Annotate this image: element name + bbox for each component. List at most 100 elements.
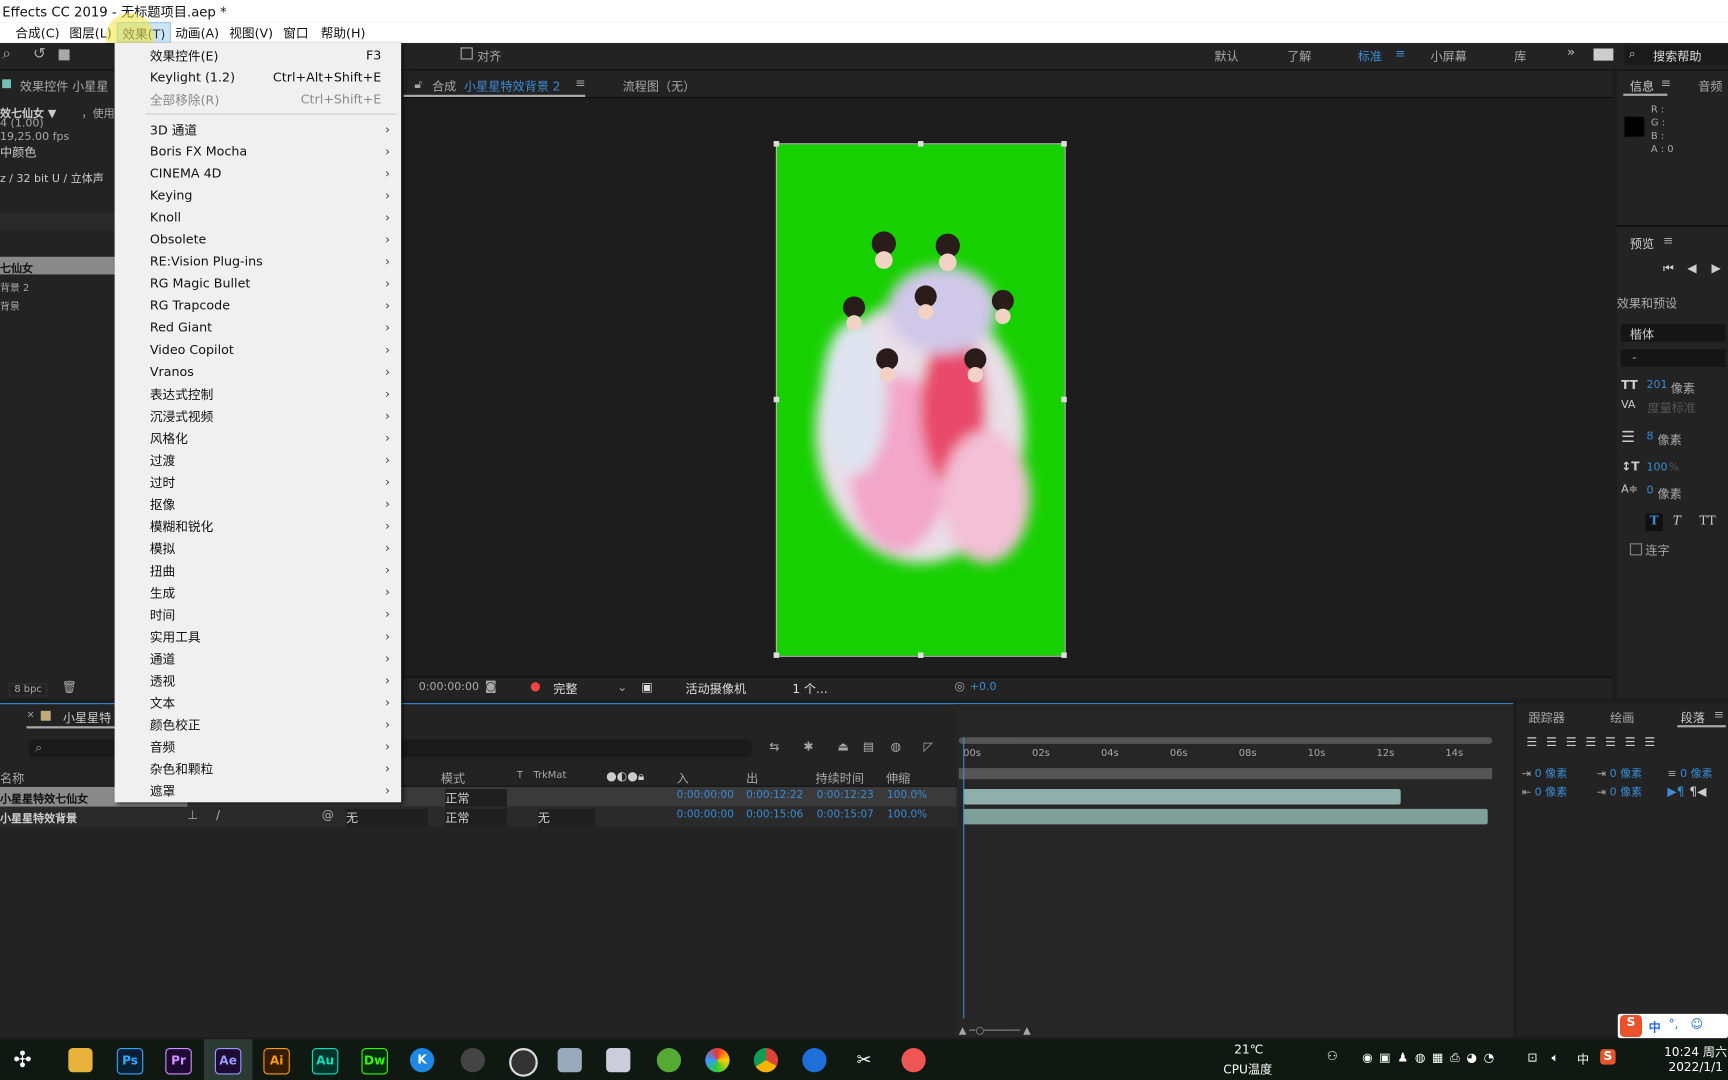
paragraph-tab[interactable]: 段落	[1681, 709, 1705, 727]
app-icon[interactable]	[705, 1048, 730, 1073]
zoom-tool-icon[interactable]: ⌕	[2, 45, 11, 63]
mode-select[interactable]: 正常	[445, 789, 507, 807]
menu-item[interactable]: Knoll ›	[115, 206, 402, 228]
menu-item[interactable]: 沉浸式视频 ›	[115, 404, 402, 426]
first-frame-icon[interactable]: ⏮	[1663, 261, 1674, 276]
menu-item[interactable]: 遮罩 ›	[115, 779, 402, 801]
menu-item[interactable]: 通道 ›	[115, 647, 402, 669]
ime-mode[interactable]: 中	[1649, 1018, 1661, 1036]
menu-item[interactable]: 杂色和颗粒 ›	[115, 757, 402, 779]
audition-icon[interactable]: Au	[311, 1048, 339, 1075]
rtl-icon[interactable]: ¶◀	[1689, 785, 1706, 799]
menu-item[interactable]: RE:Vision Plug-ins ›	[115, 250, 402, 272]
menu-item[interactable]: 效果控件(E) F3	[115, 44, 402, 66]
menu-item[interactable]: 文本 ›	[115, 691, 402, 713]
app-icon[interactable]	[802, 1048, 827, 1073]
mode-select[interactable]: 正常	[445, 808, 507, 827]
zoom-slider[interactable]: ▲ ─○────── ▲	[959, 1026, 1031, 1037]
effect-controls-tab[interactable]: 效果控件 小星星	[20, 77, 109, 95]
region-icon[interactable]: ▣	[641, 680, 652, 694]
out-time[interactable]: 0:00:12:22	[746, 789, 803, 801]
parent-select[interactable]: 无	[346, 808, 428, 827]
davinci-icon[interactable]	[460, 1048, 485, 1073]
menu-animation[interactable]: 动画(A)	[175, 24, 219, 42]
kerning-select[interactable]: 度量标准	[1648, 399, 1696, 417]
leading-value[interactable]: 8	[1646, 431, 1653, 443]
menu-item[interactable]: Keying ›	[115, 184, 402, 206]
vertical-scale-value[interactable]: 100	[1646, 462, 1667, 474]
layer-bar[interactable]	[963, 789, 1402, 805]
menu-item[interactable]: 风格化 ›	[115, 426, 402, 448]
workspace-learn[interactable]: 了解	[1287, 47, 1311, 65]
menu-item[interactable]: 过渡 ›	[115, 449, 402, 471]
align-buttons[interactable]: ☰☰☰☰☰☰☰	[1526, 735, 1664, 749]
layer-row[interactable]: 小星星特效背景 ⊥ / @ 无 正常 无 0:00:00:00 0:00:15:…	[0, 806, 957, 827]
parent-pickwhip-icon[interactable]: @	[322, 808, 334, 822]
trash-icon[interactable]: 🗑	[62, 680, 77, 694]
baseline-value[interactable]: 0	[1646, 485, 1653, 497]
views-select[interactable]: 1 个...	[792, 680, 827, 698]
workspace-menu-icon[interactable]: ≡	[1395, 46, 1405, 60]
clock-time[interactable]: 10:24 周六	[1664, 1043, 1727, 1061]
snapshot-icon[interactable]: ◙	[485, 679, 497, 693]
menu-item[interactable]: 表达式控制 ›	[115, 382, 402, 404]
trkmat-select[interactable]: 无	[537, 808, 596, 827]
tab-menu-icon[interactable]: ≡	[575, 76, 585, 90]
menu-item[interactable]: Keylight (1.2) Ctrl+Alt+Shift+E	[115, 66, 402, 88]
project-item[interactable]: 背景	[0, 299, 20, 313]
stretch[interactable]: 100.0%	[887, 809, 927, 821]
clock-date[interactable]: 2022/1/1	[1668, 1060, 1722, 1074]
menu-item[interactable]: Vranos ›	[115, 360, 402, 382]
camera-select[interactable]: 活动摄像机	[685, 680, 746, 698]
workspace-default[interactable]: 默认	[1214, 47, 1238, 65]
tracker-tab[interactable]: 跟踪器	[1529, 709, 1565, 727]
info-tab[interactable]: 信息	[1630, 77, 1654, 95]
time-ruler[interactable]: 00s 02s 04s 06s 08s 10s 12s 14s	[963, 746, 1492, 766]
indent-left[interactable]: ⇥ 0 像素	[1522, 764, 1567, 780]
shy-switch-icon[interactable]: ⊥	[187, 808, 198, 822]
menu-composition[interactable]: 合成(C)	[15, 24, 59, 42]
draft-3d-icon[interactable]: ⇆	[769, 739, 779, 753]
paint-tab[interactable]: 绘画	[1610, 709, 1634, 727]
work-area-bar[interactable]	[958, 737, 1493, 744]
sogou-icon[interactable]: S	[1600, 1049, 1616, 1065]
menu-item[interactable]: Obsolete ›	[115, 228, 402, 250]
menu-item[interactable]: RG Trapcode ›	[115, 294, 402, 316]
first-line-indent[interactable]: ≡ 0 像素	[1667, 764, 1712, 780]
photoshop-icon[interactable]: Ps	[116, 1048, 144, 1075]
shy-icon[interactable]: ✱	[803, 739, 813, 753]
app-icon[interactable]	[901, 1048, 926, 1073]
exposure-value[interactable]: +0.0	[970, 681, 997, 693]
menu-item[interactable]: RG Magic Bullet ›	[115, 272, 402, 294]
people-icon[interactable]: ⚇	[1327, 1049, 1338, 1063]
menu-help[interactable]: 帮助(H)	[321, 24, 366, 42]
graph-editor-icon[interactable]: ◸	[924, 739, 933, 753]
menu-window[interactable]: 窗口	[283, 24, 308, 42]
app-icon[interactable]	[557, 1048, 582, 1073]
audio-tab[interactable]: 音频	[1698, 77, 1722, 95]
channel-icon[interactable]: ●	[530, 679, 541, 693]
tab-menu-icon[interactable]: ≡	[1714, 708, 1724, 722]
project-search[interactable]	[0, 212, 115, 231]
playhead[interactable]	[963, 737, 965, 1019]
duration[interactable]: 0:00:12:23	[817, 789, 874, 801]
layer-name[interactable]: 小星星特效背景	[0, 809, 77, 825]
kugou-icon[interactable]: K	[409, 1048, 435, 1073]
premiere-icon[interactable]: Pr	[165, 1048, 192, 1075]
chrome-icon[interactable]	[753, 1048, 779, 1073]
menu-item[interactable]: 抠像 ›	[115, 493, 402, 515]
sync-icon[interactable]	[1593, 48, 1614, 61]
lock-icon[interactable]: 🔓︎	[414, 77, 422, 92]
volume-icon[interactable]: 🔈︎	[1552, 1050, 1559, 1065]
menu-item[interactable]: 颜色校正 ›	[115, 713, 402, 735]
ime-indicator[interactable]: 中	[1577, 1050, 1589, 1068]
space-after[interactable]: ⇥ 0 像素	[1597, 782, 1642, 799]
more-workspaces[interactable]: »	[1567, 45, 1575, 59]
layer-name[interactable]: 小星星特效七仙女	[0, 789, 88, 805]
after-effects-icon[interactable]: Ae	[214, 1048, 242, 1075]
play-icon[interactable]: ▶	[1711, 261, 1720, 275]
faux-italic-icon[interactable]: T	[1673, 514, 1681, 528]
start-icon[interactable]: ✣	[13, 1046, 31, 1072]
project-item[interactable]: 背景 2	[0, 280, 29, 294]
quality-switch-icon[interactable]: /	[216, 808, 220, 822]
